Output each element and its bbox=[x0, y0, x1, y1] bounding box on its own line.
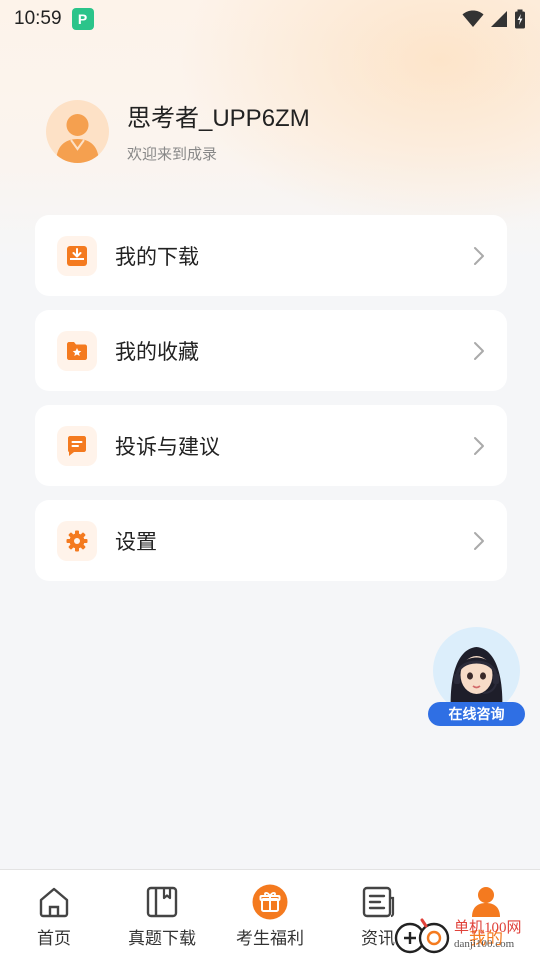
watermark-logo-icon bbox=[394, 918, 450, 954]
menu-item-label: 我的下载 bbox=[115, 244, 199, 269]
customer-service-avatar bbox=[433, 627, 520, 714]
profile-header[interactable]: 思考者_UPP6ZM 欢迎来到成录 bbox=[46, 98, 310, 164]
online-consult-widget[interactable]: 在线咨询 bbox=[428, 627, 525, 727]
home-icon bbox=[36, 884, 72, 920]
tab-label: 考生福利 bbox=[236, 929, 304, 949]
tab-label: 首页 bbox=[37, 929, 71, 949]
menu-item-label: 我的收藏 bbox=[115, 339, 199, 364]
menu-item-label: 投诉与建议 bbox=[115, 434, 220, 459]
tab-label: 真题下载 bbox=[128, 929, 196, 949]
menu-item-downloads[interactable]: 我的下载 bbox=[35, 215, 507, 296]
username: 思考者_UPP6ZM bbox=[127, 105, 310, 132]
news-icon bbox=[360, 884, 396, 920]
menu-item-settings[interactable]: 设置 bbox=[35, 500, 507, 581]
chevron-right-icon bbox=[474, 436, 484, 455]
tab-exam-download[interactable]: 真题下载 bbox=[108, 870, 216, 960]
chevron-right-icon bbox=[474, 341, 484, 360]
download-icon bbox=[57, 235, 97, 276]
site-watermark: 单机100网 danji100.com bbox=[392, 912, 540, 960]
tab-student-benefits[interactable]: 考生福利 bbox=[216, 870, 324, 960]
watermark-text: 单机100网 bbox=[454, 920, 522, 936]
signal-icon bbox=[491, 11, 507, 27]
feedback-icon bbox=[57, 425, 97, 466]
tab-home[interactable]: 首页 bbox=[0, 870, 108, 960]
settings-icon bbox=[57, 520, 97, 561]
battery-icon bbox=[515, 9, 525, 29]
book-icon bbox=[144, 884, 180, 920]
avatar[interactable] bbox=[46, 99, 109, 163]
default-avatar-icon bbox=[56, 113, 99, 163]
menu-item-feedback[interactable]: 投诉与建议 bbox=[35, 405, 507, 486]
watermark-url: danji100.com bbox=[454, 938, 515, 950]
chevron-right-icon bbox=[474, 246, 484, 265]
status-bar: 10:59 P bbox=[0, 0, 540, 38]
wifi-icon bbox=[462, 10, 484, 27]
menu-item-favorites[interactable]: 我的收藏 bbox=[35, 310, 507, 391]
online-consult-button[interactable]: 在线咨询 bbox=[428, 702, 525, 726]
chevron-right-icon bbox=[474, 531, 484, 550]
notification-app-icon: P bbox=[71, 8, 94, 30]
gift-icon bbox=[252, 884, 288, 920]
status-time: 10:59 bbox=[14, 8, 62, 29]
menu-item-label: 设置 bbox=[115, 529, 157, 554]
favorites-folder-icon bbox=[57, 330, 97, 371]
tab-label: 资讯 bbox=[361, 929, 395, 949]
welcome-text: 欢迎来到成录 bbox=[127, 145, 218, 163]
